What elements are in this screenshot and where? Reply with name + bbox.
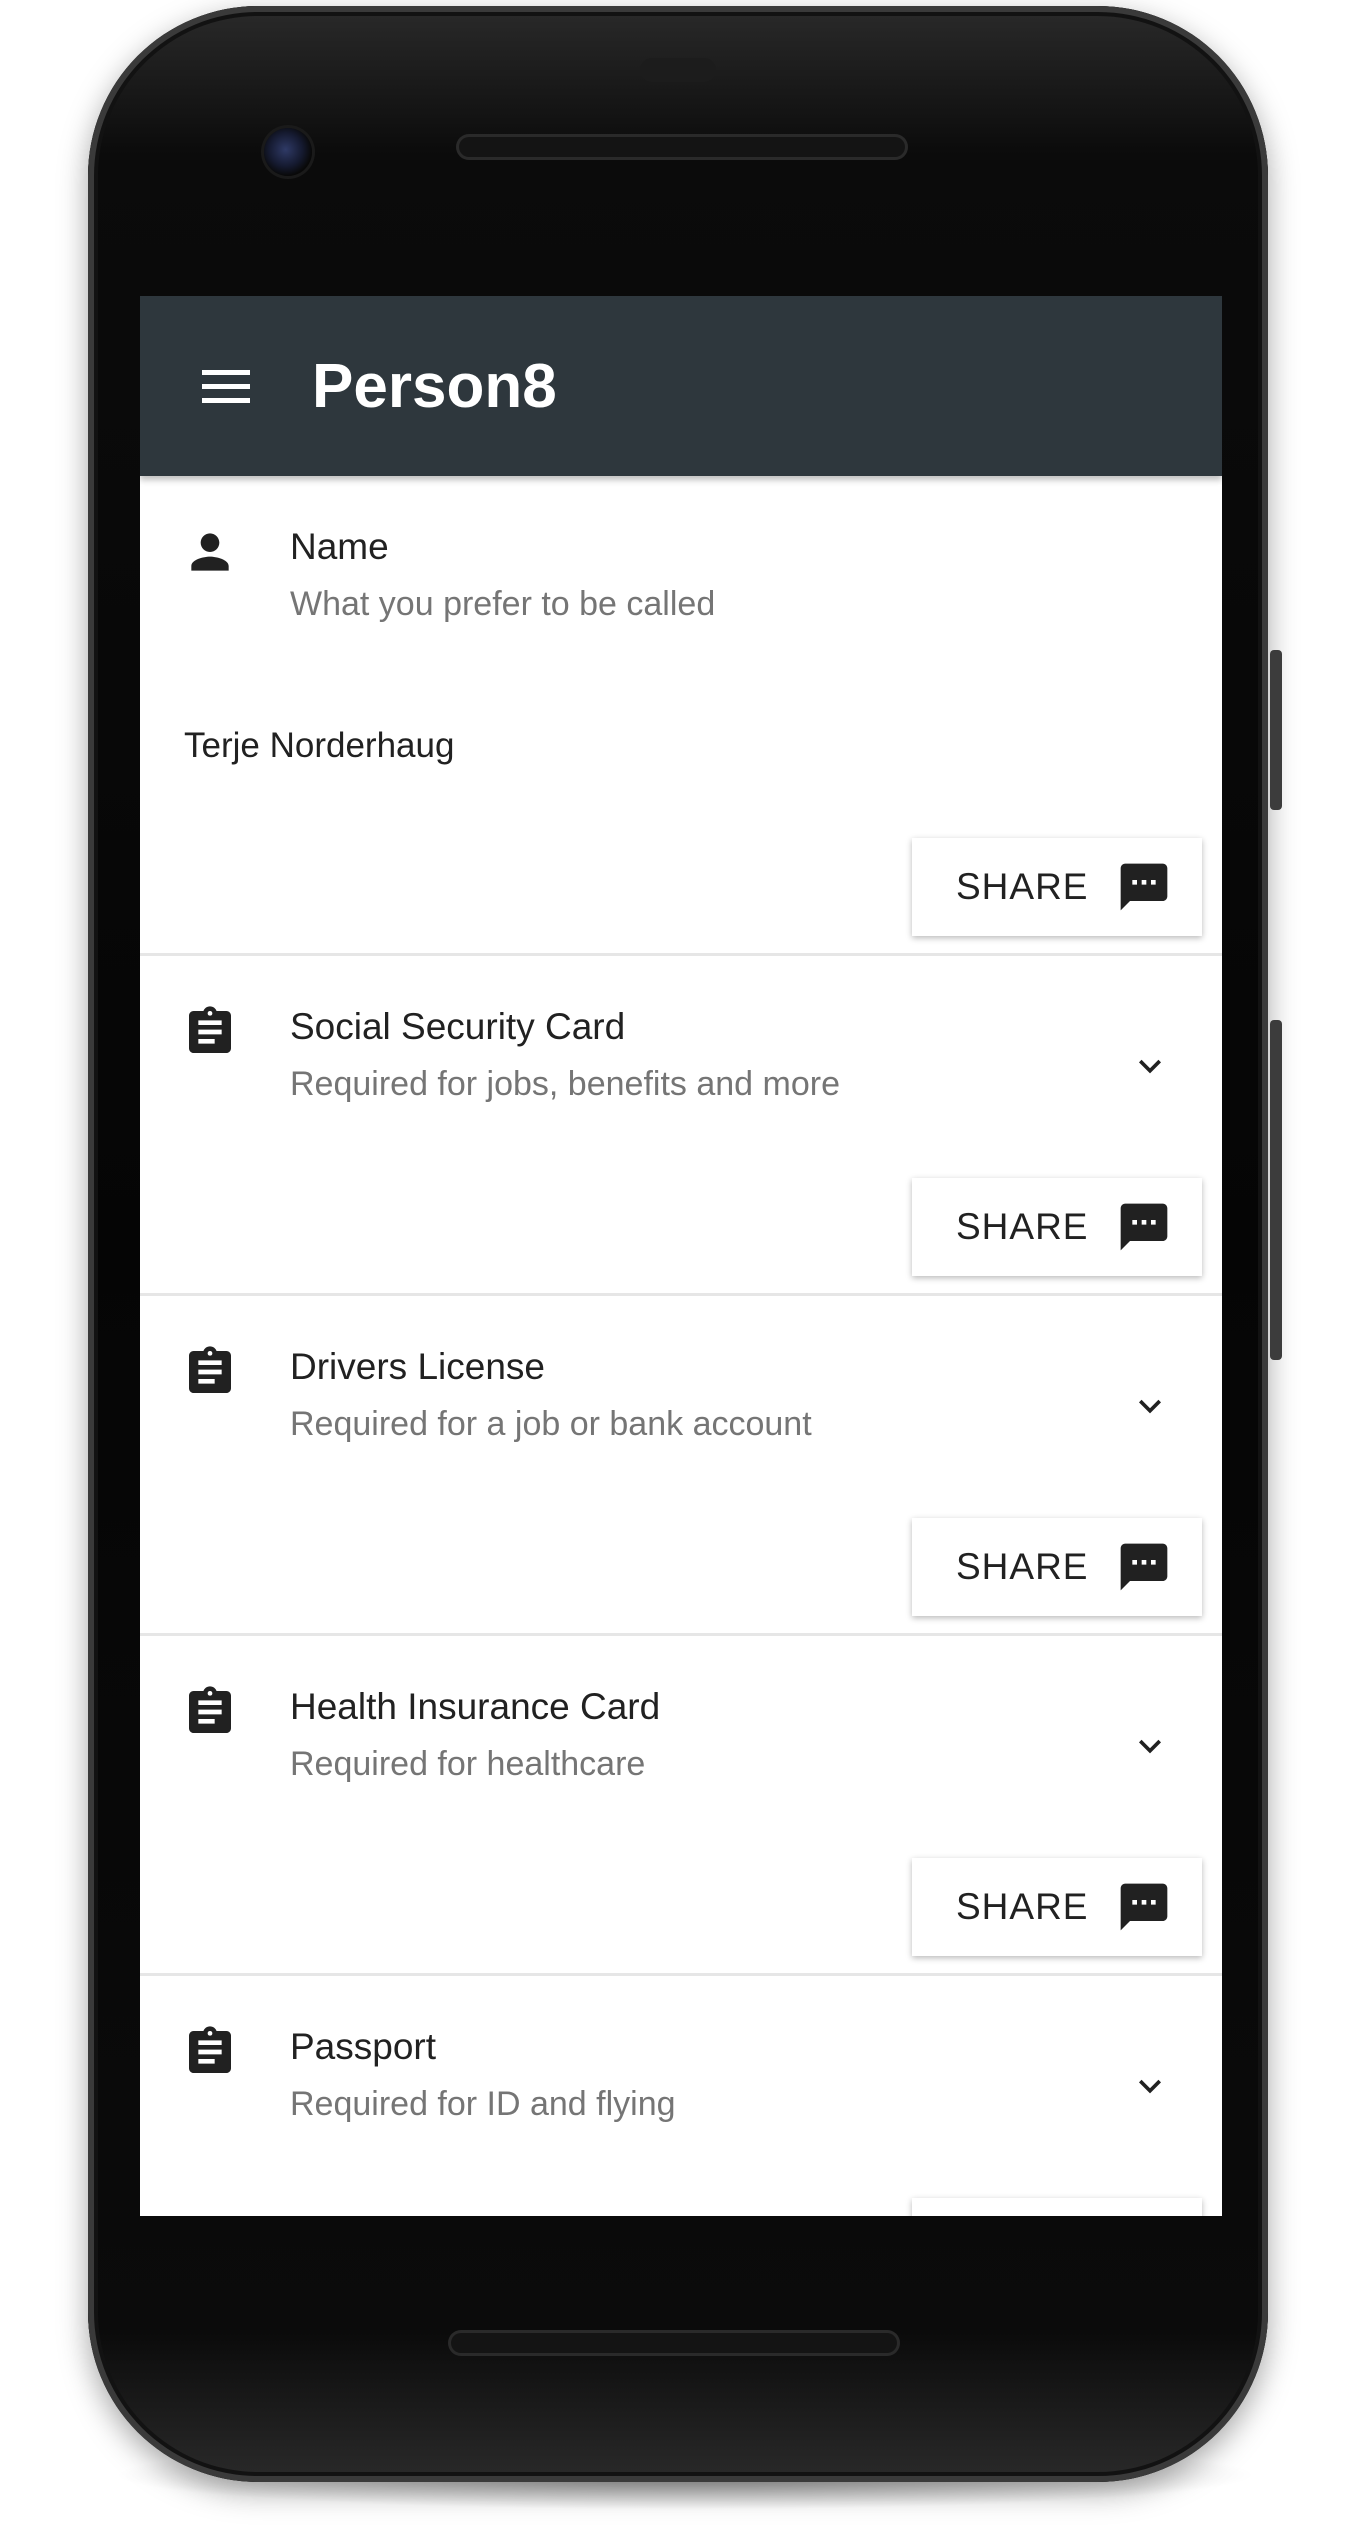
card-subtitle: What you prefer to be called <box>290 585 716 623</box>
message-icon <box>1116 1879 1172 1935</box>
card-texts: Passport Required for ID and flying <box>290 2024 676 2126</box>
share-button-label: SHARE <box>956 1546 1089 1587</box>
card-subtitle: Required for a job or bank account <box>290 1405 812 1443</box>
card-header[interactable]: Passport Required for ID and flying <box>140 1976 1222 2126</box>
message-icon <box>1116 1539 1172 1595</box>
earpiece-slot <box>640 58 716 82</box>
share-button[interactable]: SHARE <box>912 1518 1202 1616</box>
share-button-label: SHARE <box>956 1886 1089 1927</box>
message-icon <box>1116 859 1172 915</box>
hamburger-menu-icon[interactable] <box>200 366 252 406</box>
chevron-down-icon[interactable] <box>1128 1384 1172 1428</box>
name-value: Terje Norderhaug <box>184 726 455 765</box>
card-texts: Drivers License Required for a job or ba… <box>290 1344 812 1446</box>
card-subtitle: Required for ID and flying <box>290 2085 676 2123</box>
share-button[interactable]: SHARE <box>912 838 1202 936</box>
clipboard-icon <box>182 1004 238 1060</box>
top-speaker-grille <box>456 134 908 160</box>
card-passport: Passport Required for ID and flying <box>140 1976 1222 2216</box>
card-texts: Social Security Card Required for jobs, … <box>290 1004 840 1106</box>
card-header: Name What you prefer to be called <box>140 476 1222 626</box>
card-name: Name What you prefer to be called Terje … <box>140 476 1222 956</box>
share-button[interactable] <box>912 2198 1202 2216</box>
front-camera-icon <box>264 128 312 176</box>
power-button <box>1270 650 1282 810</box>
app-bar: Person8 <box>140 296 1222 476</box>
card-header[interactable]: Social Security Card Required for jobs, … <box>140 956 1222 1106</box>
share-button-label: SHARE <box>956 866 1089 907</box>
card-subtitle: Required for jobs, benefits and more <box>290 1065 840 1103</box>
chevron-down-icon[interactable] <box>1128 1724 1172 1768</box>
clipboard-icon <box>182 2024 238 2080</box>
card-title: Name <box>290 526 389 567</box>
card-title: Social Security Card <box>290 1006 626 1047</box>
app-screen: Person8 Name What you prefer to be calle… <box>140 296 1222 2216</box>
clipboard-icon <box>182 1344 238 1400</box>
clipboard-icon <box>182 1684 238 1740</box>
share-button[interactable]: SHARE <box>912 1858 1202 1956</box>
app-title: Person8 <box>312 351 557 421</box>
card-health-insurance: Health Insurance Card Required for healt… <box>140 1636 1222 1976</box>
card-subtitle: Required for healthcare <box>290 1745 646 1783</box>
volume-button <box>1270 1020 1282 1360</box>
message-icon <box>1116 1199 1172 1255</box>
card-header[interactable]: Drivers License Required for a job or ba… <box>140 1296 1222 1446</box>
person-icon <box>182 524 238 580</box>
card-drivers-license: Drivers License Required for a job or ba… <box>140 1296 1222 1636</box>
card-social-security: Social Security Card Required for jobs, … <box>140 956 1222 1296</box>
card-title: Drivers License <box>290 1346 545 1387</box>
card-title: Health Insurance Card <box>290 1686 661 1727</box>
card-texts: Health Insurance Card Required for healt… <box>290 1684 660 1786</box>
chevron-down-icon[interactable] <box>1128 2064 1172 2108</box>
share-button[interactable]: SHARE <box>912 1178 1202 1276</box>
bottom-speaker-grille <box>448 2330 900 2356</box>
chevron-down-icon[interactable] <box>1128 1044 1172 1088</box>
card-texts: Name What you prefer to be called <box>290 524 715 626</box>
card-header[interactable]: Health Insurance Card Required for healt… <box>140 1636 1222 1786</box>
card-title: Passport <box>290 2026 437 2067</box>
share-button-label: SHARE <box>956 1206 1089 1247</box>
